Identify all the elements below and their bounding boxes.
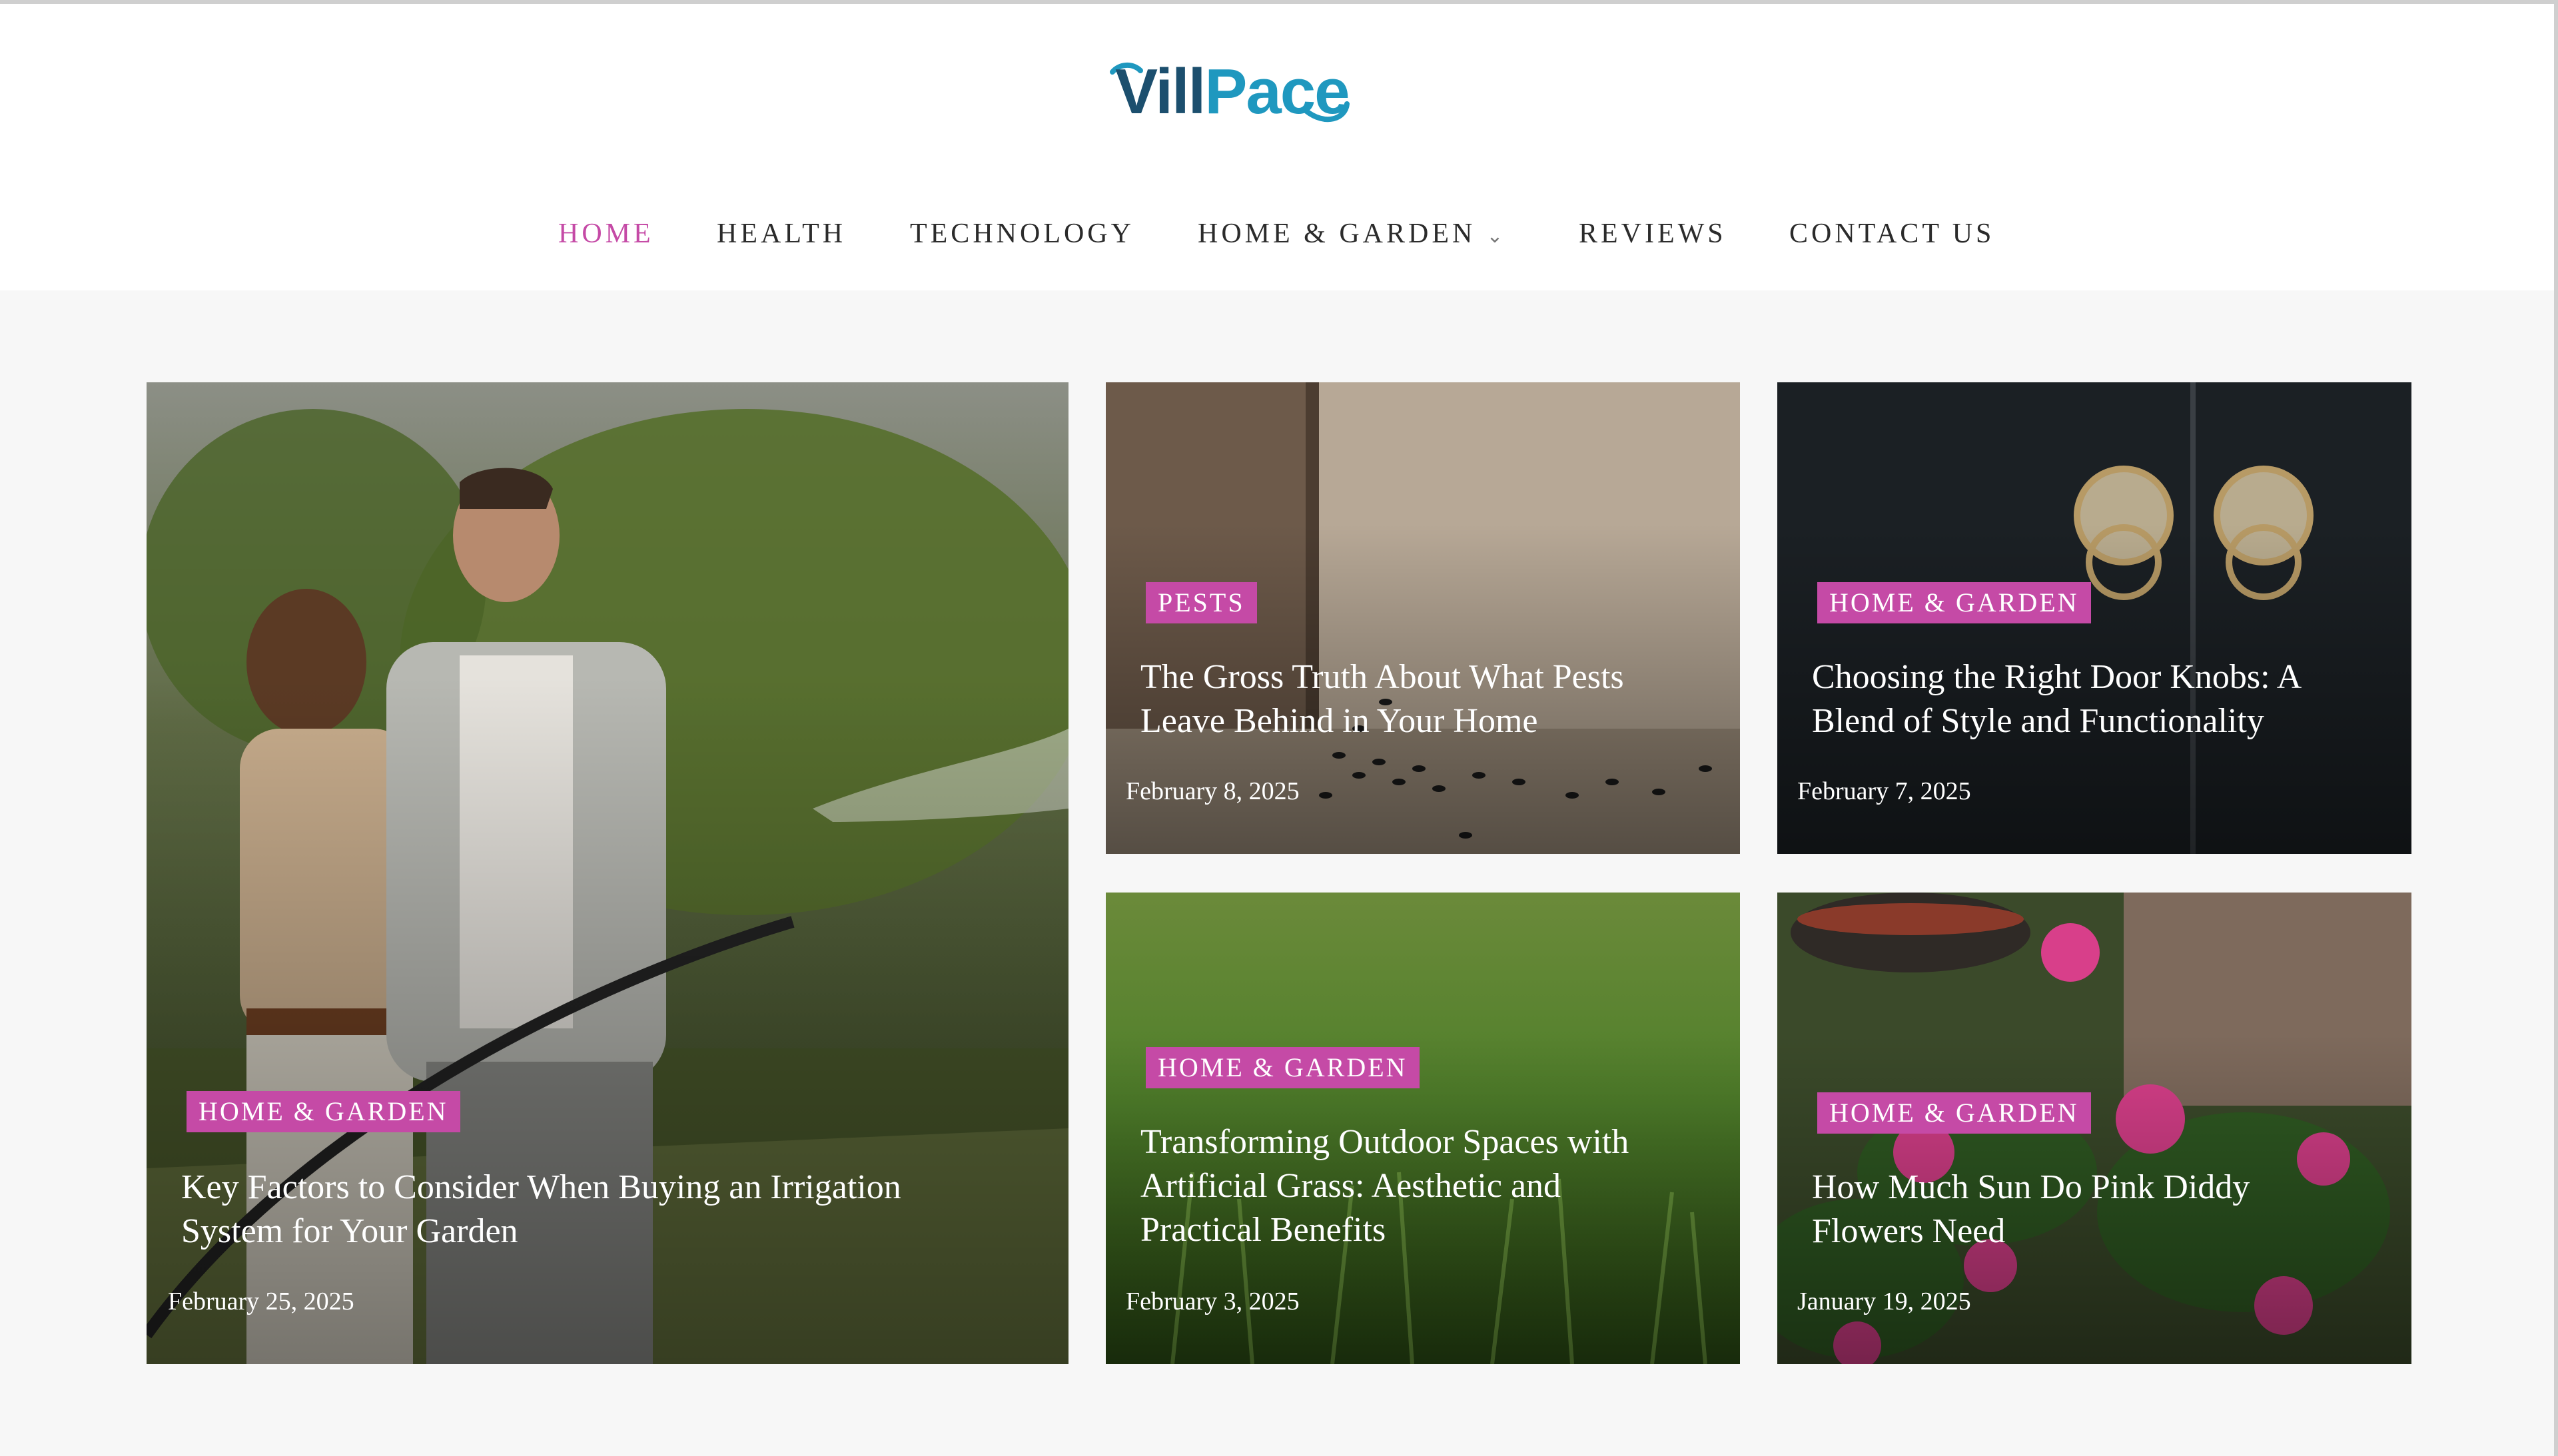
post-title-line: System for Your Garden [181,1212,518,1250]
post-title[interactable]: Key Factors to Consider When Buying an I… [181,1166,1021,1254]
logo-wordmark: VillPace [1115,52,1350,132]
post-title-line: The Gross Truth About What Pests [1140,658,1624,696]
post-title-line: How Much Sun Do Pink Diddy [1812,1168,2250,1206]
post-title-line: Practical Benefits [1140,1211,1386,1249]
category-badge[interactable]: HOME & GARDEN [187,1091,460,1132]
post-date: January 19, 2025 [1797,1287,1971,1315]
post-date: February 8, 2025 [1126,777,1300,805]
post-date: February 3, 2025 [1126,1287,1300,1315]
post-card-artificial-grass[interactable]: HOME & GARDEN Transforming Outdoor Space… [1106,893,1740,1364]
logo-text-pace: Pace [1204,56,1350,127]
nav-item-contact-us[interactable]: CONTACT US [1789,217,1994,250]
post-title[interactable]: Transforming Outdoor Spaces with Artific… [1140,1120,1713,1252]
main-navigation: HOME HEALTH TECHNOLOGY HOME & GARDEN ⌄ RE… [0,177,2554,290]
site-logo[interactable]: VillPace [1106,52,1359,132]
post-title[interactable]: How Much Sun Do Pink Diddy Flowers Need [1812,1166,2385,1254]
logo-text-vill: Vill [1115,56,1206,127]
category-badge[interactable]: HOME & GARDEN [1817,1092,2091,1134]
post-date: February 25, 2025 [168,1287,354,1315]
post-title-line: Artificial Grass: Aesthetic and [1140,1167,1561,1205]
nav-item-health[interactable]: HEALTH [717,217,846,250]
chevron-down-icon: ⌄ [1486,224,1507,248]
category-badge[interactable]: HOME & GARDEN [1817,582,2091,623]
post-card-pink-flowers[interactable]: HOME & GARDEN How Much Sun Do Pink Diddy… [1777,893,2411,1364]
post-title-line: Transforming Outdoor Spaces with [1140,1123,1629,1161]
nav-item-home[interactable]: HOME [558,217,654,250]
post-title-line: Leave Behind in Your Home [1140,702,1538,740]
category-badge[interactable]: PESTS [1146,582,1257,623]
post-date: February 7, 2025 [1797,777,1971,805]
post-card-door-knobs[interactable]: HOME & GARDEN Choosing the Right Door Kn… [1777,382,2411,854]
image-overlay [147,677,1068,1364]
nav-item-home-garden-label: HOME & GARDEN [1198,218,1476,249]
post-card-irrigation[interactable]: HOME & GARDEN Key Factors to Consider Wh… [147,382,1068,1364]
site-header: VillPace [0,4,2554,177]
post-title[interactable]: The Gross Truth About What Pests Leave B… [1140,655,1713,743]
nav-item-technology[interactable]: TECHNOLOGY [910,217,1134,250]
nav-item-reviews[interactable]: REVIEWS [1579,217,1727,250]
post-title-line: Blend of Style and Functionality [1812,702,2264,740]
post-title-line: Flowers Need [1812,1212,2006,1250]
post-title[interactable]: Choosing the Right Door Knobs: A Blend o… [1812,655,2385,743]
post-title-line: Choosing the Right Door Knobs: A [1812,658,2302,696]
post-title-line: Key Factors to Consider When Buying an I… [181,1168,901,1206]
category-badge[interactable]: HOME & GARDEN [1146,1047,1420,1088]
post-card-pests[interactable]: PESTS The Gross Truth About What Pests L… [1106,382,1740,854]
nav-item-home-garden[interactable]: HOME & GARDEN ⌄ [1198,217,1506,250]
window-right-border [2554,0,2558,1456]
